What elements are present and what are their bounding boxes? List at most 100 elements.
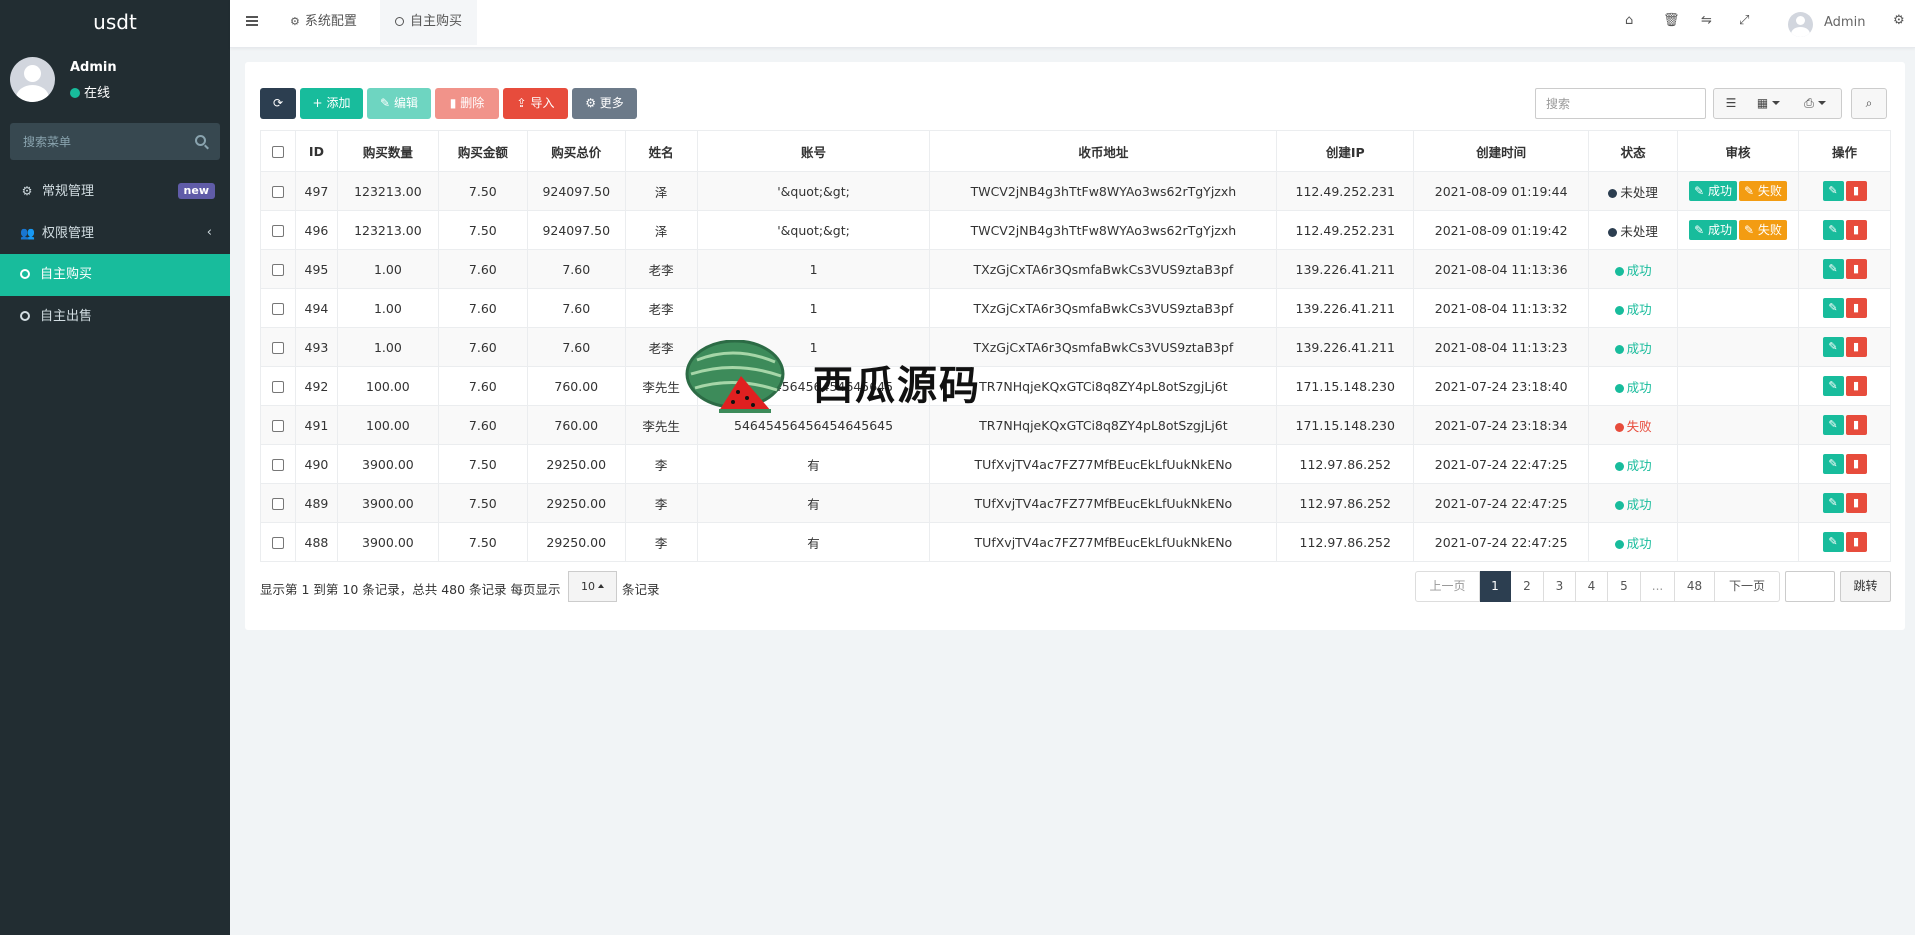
row-checkbox[interactable] [271, 420, 284, 432]
approve-success-button[interactable]: ✎ 成功 [1689, 181, 1738, 201]
edit-row-button[interactable]: ✎ [1822, 493, 1844, 513]
row-checkbox[interactable] [271, 264, 284, 276]
search-icon[interactable] [195, 135, 206, 146]
delete-row-button[interactable]: ▮ [1845, 181, 1867, 201]
search-button[interactable]: ⌕ [1851, 88, 1887, 119]
jump-button[interactable]: 跳转 [1840, 571, 1891, 602]
row-checkbox[interactable] [271, 303, 284, 315]
table-row[interactable]: 490 3900.00 7.50 29250.00 李有 TUfXvjTV4ac7FZ77… [260, 444, 1891, 484]
edit-row-button[interactable]: ✎ [1822, 454, 1844, 474]
settings-icon[interactable]: ⚙ [1893, 13, 1905, 28]
row-checkbox[interactable] [271, 381, 284, 393]
prev-page-button[interactable]: 上一页 [1415, 571, 1480, 602]
language-icon[interactable]: ⇋ [1701, 13, 1712, 28]
delete-button[interactable]: ▮ 删除 [435, 88, 499, 119]
col-account[interactable]: 账号 [696, 130, 931, 172]
edit-row-button[interactable]: ✎ [1822, 376, 1844, 396]
next-page-button[interactable]: 下一页 [1715, 571, 1780, 602]
brand-logo[interactable]: usdt [0, 0, 230, 45]
edit-row-button[interactable]: ✎ [1822, 220, 1844, 240]
row-checkbox[interactable] [271, 225, 284, 237]
table-row[interactable]: 495 1.00 7.60 7.60 老李 1 TXzGjCxTA6r3QsmfaBwkCs… [260, 249, 1891, 289]
table-row[interactable]: 497 123213.00 7.50 924097.50 泽 '&quot;&gt; TWC… [260, 171, 1891, 211]
row-checkbox[interactable] [271, 342, 284, 354]
cell-qty: 1.00 [336, 288, 439, 328]
delete-row-button[interactable]: ▮ [1845, 454, 1867, 474]
page-1[interactable]: 1 [1480, 571, 1511, 602]
col-ip[interactable]: 创建IP [1276, 130, 1415, 172]
table-row[interactable]: 491 100.00 7.60 760.00 李先生 546454564564546456… [260, 405, 1891, 445]
header-user-name[interactable]: Admin [1824, 15, 1865, 30]
page-2[interactable]: 2 [1511, 571, 1544, 602]
trash-icon[interactable]: 🗑 [1663, 13, 1680, 28]
page-4[interactable]: 4 [1576, 571, 1608, 602]
col-address[interactable]: 收币地址 [929, 130, 1278, 172]
col-id[interactable]: ID [294, 130, 338, 172]
delete-row-button[interactable]: ▮ [1845, 259, 1867, 279]
delete-row-button[interactable]: ▮ [1845, 376, 1867, 396]
approve-success-button[interactable]: ✎ 成功 [1689, 220, 1738, 240]
col-name[interactable]: 姓名 [624, 130, 698, 172]
columns-button[interactable]: ▦ [1748, 88, 1790, 119]
refresh-button[interactable]: ⟳ [260, 88, 296, 119]
select-all-checkbox[interactable] [271, 146, 284, 158]
col-price[interactable]: 购买金额 [437, 130, 528, 172]
jump-page-input[interactable] [1785, 571, 1835, 602]
table-row[interactable]: 494 1.00 7.60 7.60 老李 1 TXzGjCxTA6r3QsmfaBwkCs… [260, 288, 1891, 328]
table-row[interactable]: 496 123213.00 7.50 924097.50 泽 '&quot;&gt; TWC… [260, 210, 1891, 250]
approve-fail-button[interactable]: ✎ 失败 [1739, 181, 1787, 201]
col-total[interactable]: 购买总价 [526, 130, 626, 172]
import-button[interactable]: ⇪ 导入 [503, 88, 568, 119]
menu-toggle-icon[interactable] [246, 16, 258, 18]
edit-row-button[interactable]: ✎ [1822, 181, 1844, 201]
page-3[interactable]: 3 [1544, 571, 1576, 602]
table-row[interactable]: 493 1.00 7.60 7.60 老李 1 TXzGjCxTA6r3QsmfaBwkCs… [260, 327, 1891, 367]
tab-system-config[interactable]: ⚙ 系统配置 [275, 0, 372, 45]
cell-qty: 123213.00 [336, 171, 439, 211]
col-time[interactable]: 创建时间 [1413, 130, 1590, 172]
delete-row-button[interactable]: ▮ [1845, 337, 1867, 357]
row-checkbox[interactable] [271, 537, 284, 549]
delete-row-button[interactable]: ▮ [1845, 298, 1867, 318]
col-actions[interactable]: 操作 [1798, 130, 1891, 172]
edit-button[interactable]: ✎ 编辑 [367, 88, 431, 119]
col-status[interactable]: 状态 [1588, 130, 1679, 172]
delete-row-button[interactable]: ▮ [1845, 415, 1867, 435]
row-checkbox[interactable] [271, 186, 284, 198]
page-size-dropdown[interactable]: 10 [568, 571, 617, 602]
fullscreen-icon[interactable]: ⤢ [1739, 13, 1749, 28]
sidebar-item-permissions[interactable]: 👥 权限管理 ‹ [0, 212, 230, 254]
edit-row-button[interactable]: ✎ [1822, 298, 1844, 318]
table-row[interactable]: 489 3900.00 7.50 29250.00 李有 TUfXvjTV4ac7FZ77… [260, 483, 1891, 523]
header-avatar[interactable] [1788, 12, 1813, 37]
add-button[interactable]: + 添加 [300, 88, 363, 119]
pencil-icon: ✎ [1828, 496, 1838, 509]
edit-row-button[interactable]: ✎ [1822, 337, 1844, 357]
table-row[interactable]: 488 3900.00 7.50 29250.00 李有 TUfXvjTV4ac7FZ77… [260, 522, 1891, 562]
edit-row-button[interactable]: ✎ [1822, 415, 1844, 435]
row-select-cell [260, 210, 296, 250]
col-qty[interactable]: 购买数量 [336, 130, 439, 172]
table-search-input[interactable] [1535, 88, 1706, 119]
table-row[interactable]: 492 100.00 7.60 760.00 李先生 546454564564546456… [260, 366, 1891, 406]
sidebar-item-buy[interactable]: 自主购买 [0, 254, 230, 296]
delete-row-button[interactable]: ▮ [1845, 220, 1867, 240]
delete-row-button[interactable]: ▮ [1845, 532, 1867, 552]
col-review[interactable]: 审核 [1677, 130, 1799, 172]
edit-row-button[interactable]: ✎ [1822, 259, 1844, 279]
sidebar-item-sell[interactable]: 自主出售 [0, 296, 230, 338]
row-checkbox[interactable] [271, 498, 284, 510]
edit-row-button[interactable]: ✎ [1822, 532, 1844, 552]
page-5[interactable]: 5 [1608, 571, 1641, 602]
menu-search-input[interactable] [10, 123, 220, 160]
toggle-view-button[interactable]: ☰ [1713, 88, 1749, 119]
export-button[interactable]: ⎙ [1789, 88, 1842, 119]
tab-self-buy[interactable]: 自主购买 [380, 0, 478, 45]
more-button[interactable]: ⚙ 更多 [572, 88, 637, 119]
sidebar-item-general[interactable]: ⚙ 常规管理 new [0, 170, 230, 212]
approve-fail-button[interactable]: ✎ 失败 [1739, 220, 1787, 240]
home-icon[interactable]: ⌂ [1625, 13, 1633, 28]
row-checkbox[interactable] [271, 459, 284, 471]
delete-row-button[interactable]: ▮ [1845, 493, 1867, 513]
page-48[interactable]: 48 [1675, 571, 1715, 602]
